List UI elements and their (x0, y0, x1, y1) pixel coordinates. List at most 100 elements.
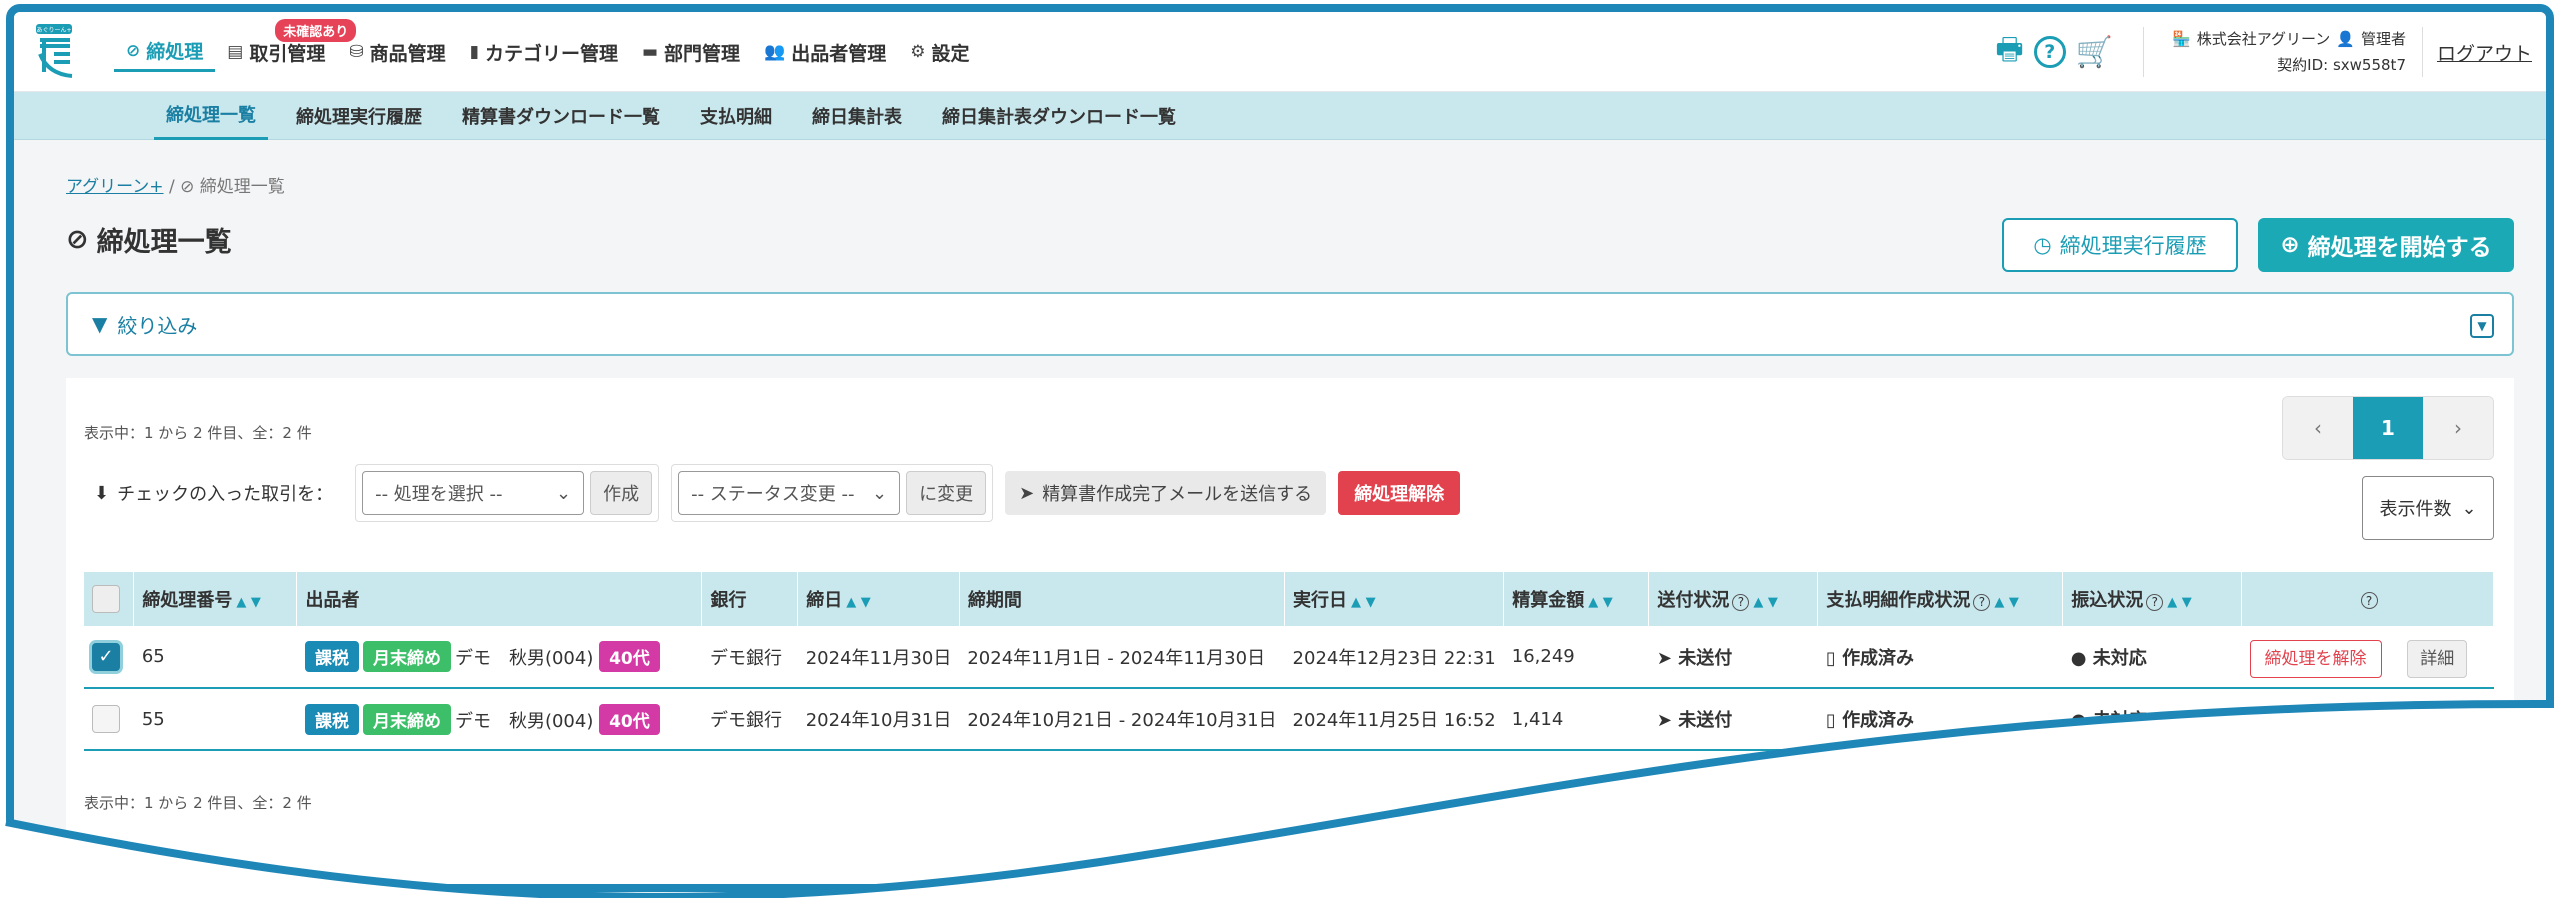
process-group: -- 処理を選択 -- ⌄ 作成 (355, 464, 660, 522)
subnav-closing-list[interactable]: 締処理一覧 (154, 92, 268, 140)
printer-icon[interactable]: 🖶 (1995, 27, 2023, 78)
subnav-summary-downloads[interactable]: 締日集計表ダウンロード一覧 (930, 92, 1188, 140)
button-label: 締処理実行履歴 (2059, 234, 2207, 258)
cart-icon[interactable]: 🛒 (2076, 35, 2113, 70)
user-role: 管理者 (2360, 30, 2406, 48)
row-checkbox[interactable] (92, 705, 120, 733)
nav-item-settings[interactable]: ⚙ 設定 (898, 32, 981, 72)
select-value: -- 処理を選択 -- (375, 484, 503, 505)
breadcrumb-home[interactable]: アグリーン+ (66, 177, 164, 197)
cell-exec-date: 2024年12月23日 22:31 (1284, 626, 1504, 689)
age-tag: 40代 (599, 641, 660, 672)
main-nav: ⊘ 締処理 未確認あり ▤ 取引管理 ⛁ 商品管理 ▮ カテゴリー管理 ▬ 部門… (114, 12, 982, 92)
check-circle-icon: ⊘ (180, 177, 195, 197)
chevron-down-icon[interactable]: ▼ (2470, 314, 2494, 338)
release-closing-button[interactable]: 締処理解除 (1338, 471, 1461, 515)
nav-item-transactions[interactable]: 未確認あり ▤ 取引管理 (215, 19, 357, 72)
nav-item-sellers[interactable]: 👥 出品者管理 (752, 32, 898, 72)
row-checkbox-checked[interactable]: ✓ (92, 642, 120, 671)
month-end-tag: 月末締め (362, 703, 451, 735)
nav-item-categories[interactable]: ▮ カテゴリー管理 (458, 32, 630, 72)
cell-transfer-status: ● 未対応 (2062, 626, 2242, 689)
nav-item-closing[interactable]: ⊘ 締処理 (114, 32, 216, 72)
download-icon: ⬇ (94, 482, 110, 504)
cell-close-date: 2024年10月31日 (797, 688, 960, 751)
users-icon: 👥 (764, 42, 786, 62)
table-header-row: 締処理番号 ▲ ▼ 出品者 銀行 締日 ▲ ▼ 締期間 実行日 ▲ ▼ 精算金額 ▲ ▼… (84, 572, 2494, 626)
cell-exec-date: 2024年11月25日 16:52 (1284, 688, 1504, 751)
bookmark-icon: ▮ (469, 42, 479, 62)
table-row[interactable]: ✓ 65 課税 月末締め デモ 秋男(004) 40代 デモ銀行 2024年11月3… (84, 626, 2494, 689)
help-icon: ? (1732, 593, 1750, 611)
bulk-actions: ⬇ チェックの入った取引を： -- 処理を選択 -- ⌄ 作成 -- ステータス… (84, 462, 1461, 524)
store-icon: 🏪 (2172, 30, 2191, 48)
nav-item-products[interactable]: ⛁ 商品管理 (337, 32, 457, 72)
filter-label: 絞り込み (117, 313, 198, 338)
create-button[interactable]: 作成 (590, 471, 653, 515)
col-seller: 出品者 (296, 572, 703, 626)
col-close-date[interactable]: 締日 ▲ ▼ (797, 572, 960, 626)
cell-seller: 課税 月末締め デモ 秋男(004) 40代 (296, 688, 702, 751)
company-name: 株式会社アグリーン (2196, 30, 2331, 48)
col-send-status[interactable]: 送付状況? ▲ ▼ (1648, 572, 1819, 626)
help-icon[interactable]: ? (2033, 36, 2066, 68)
subnav-execution-history[interactable]: 締処理実行履歴 (284, 92, 434, 140)
piggy-bank-icon: ● (2070, 647, 2093, 669)
detail-button[interactable]: 詳細 (2425, 702, 2486, 741)
app-logo[interactable]: あぐりーん+ (34, 22, 78, 80)
chevron-down-icon: ⌄ (2461, 497, 2477, 519)
col-amount[interactable]: 精算金額 ▲ ▼ (1503, 572, 1650, 626)
page-title: ⊘ 締処理一覧 (66, 220, 232, 259)
change-button[interactable]: に変更 (906, 471, 987, 515)
status-select[interactable]: -- ステータス変更 -- ⌄ (678, 471, 901, 515)
user-icon: 👤 (2336, 30, 2355, 48)
col-transfer-status[interactable]: 振込状況? ▲ ▼ (2062, 572, 2242, 626)
cell-seller: 課税 月末締め デモ 秋男(004) 40代 (296, 626, 702, 689)
list-panel: 表示中：1 から 2 件目、全：2 件 ‹ 1 › ⬇ チェックの入った取引を：… (66, 378, 2514, 884)
cell-number: 65 (133, 626, 297, 689)
sort-icon: ▲ ▼ (1351, 595, 1376, 610)
top-right-area: 🖶 ? 🛒 🏪 株式会社アグリーン 👤 管理者 契約ID: sxw558t7 ロ… (1995, 12, 2546, 92)
sort-icon: ▲ ▼ (1588, 595, 1613, 610)
nav-label: 取引管理 (249, 42, 326, 65)
breadcrumb: アグリーン+ / ⊘ 締処理一覧 (66, 172, 285, 197)
select-all-checkbox[interactable] (92, 585, 120, 613)
col-exec-date[interactable]: 実行日 ▲ ▼ (1284, 572, 1505, 626)
button-label: 精算書作成完了メールを送信する (1042, 484, 1313, 505)
col-bank: 銀行 (701, 572, 799, 626)
subnav-statement-downloads[interactable]: 精算書ダウンロード一覧 (450, 92, 672, 140)
help-icon: ? (2146, 593, 2164, 611)
help-icon: ? (2360, 592, 2378, 609)
piggy-bank-icon: ● (2070, 710, 2093, 731)
col-statement-status[interactable]: 支払明細作成状況? ▲ ▼ (1817, 572, 2064, 626)
svg-text:あぐりーん+: あぐりーん+ (36, 27, 71, 34)
pager-prev[interactable]: ‹ (2283, 397, 2353, 459)
execution-history-button[interactable]: ◷ 締処理実行履歴 (2002, 218, 2238, 272)
record-count-top: 表示中：1 から 2 件目、全：2 件 (84, 424, 312, 442)
nav-label: カテゴリー管理 (484, 42, 618, 65)
folder-icon: ▬ (641, 42, 659, 62)
send-mail-button[interactable]: ➤ 精算書作成完了メールを送信する (1005, 471, 1327, 515)
pager-page-1[interactable]: 1 (2353, 397, 2423, 459)
select-value: 表示件数 (2379, 499, 2452, 520)
cell-period: 2024年11月1日 - 2024年11月30日 (959, 626, 1285, 689)
release-row-button[interactable]: 締処理を解除 (2249, 640, 2382, 678)
process-select[interactable]: -- 処理を選択 -- ⌄ (362, 471, 585, 515)
logout-link[interactable]: ログアウト (2421, 27, 2546, 77)
col-number[interactable]: 締処理番号 ▲ ▼ (133, 572, 298, 626)
pager-next[interactable]: › (2423, 397, 2493, 459)
nav-item-departments[interactable]: ▬ 部門管理 (630, 32, 752, 72)
table-row[interactable]: 55 課税 月末締め デモ 秋男(004) 40代 デモ銀行 2024年10月31日… (84, 688, 2494, 751)
cell-amount: 1,414 (1503, 688, 1649, 751)
detail-button[interactable]: 詳細 (2407, 640, 2468, 678)
per-page-select[interactable]: 表示件数 ⌄ (2362, 476, 2494, 540)
top-navbar: あぐりーん+ ⊘ 締処理 未確認あり ▤ 取引管理 ⛁ 商品管理 ▮ カテゴリー… (14, 12, 2546, 92)
filter-panel[interactable]: ▼ 絞り込み ▼ (66, 292, 2514, 356)
start-closing-button[interactable]: ⊕ 締処理を開始する (2258, 218, 2514, 272)
sort-icon: ▲ ▼ (2167, 595, 2192, 610)
cell-actions: 締処理を解除 詳細 (2241, 626, 2494, 689)
select-all-header (84, 572, 135, 626)
subnav-payment-details[interactable]: 支払明細 (688, 92, 784, 140)
check-circle-icon: ⊘ (126, 40, 141, 61)
subnav-closing-summary[interactable]: 締日集計表 (800, 92, 914, 140)
